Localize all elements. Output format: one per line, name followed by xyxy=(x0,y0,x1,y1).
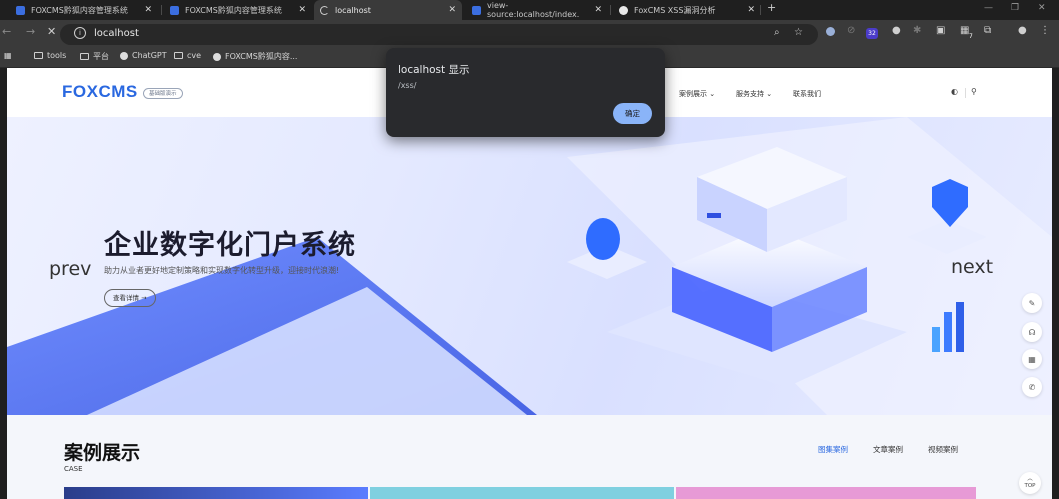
carousel-next-button[interactable]: next xyxy=(951,256,993,278)
carousel-prev-button[interactable]: prev xyxy=(49,258,91,280)
folder-icon xyxy=(174,52,183,59)
extension-icon[interactable]: ● xyxy=(892,25,901,36)
feedback-icon[interactable]: ✎ xyxy=(1022,293,1042,313)
qrcode-icon[interactable]: ▦ xyxy=(1022,349,1042,369)
bookmark-label: FOXCMS黔狐内容... xyxy=(225,52,298,61)
extension-icon[interactable] xyxy=(826,27,835,36)
edition-badge: 基础版演示 xyxy=(143,88,183,99)
bookmark-folder[interactable]: 平台 xyxy=(80,51,109,62)
minimize-icon[interactable]: — xyxy=(984,3,993,13)
alert-dialog: localhost 显示 /xss/ 确定 xyxy=(386,48,665,137)
bookmark-label: 平台 xyxy=(93,52,109,61)
bookmark-star-icon[interactable]: ☆ xyxy=(794,27,803,38)
hero-banner: prev next 企业数字化门户系统 助力从业者更好地定制策略和实现数字化转型… xyxy=(7,117,1052,415)
tab-title: FOXCMS黔狐内容管理系统 xyxy=(185,5,282,15)
back-icon[interactable]: ← xyxy=(2,25,11,38)
restore-icon[interactable]: ❐ xyxy=(1011,3,1019,13)
tab-article-cases[interactable]: 文章案例 xyxy=(873,444,903,455)
folder-icon xyxy=(34,52,43,59)
browser-tab[interactable]: view-source:localhost/index. ✕ xyxy=(466,0,608,20)
case-card[interactable] xyxy=(64,487,368,499)
close-tab-icon[interactable]: ✕ xyxy=(594,5,602,15)
tab-title: view-source:localhost/index. xyxy=(487,1,580,19)
extensions-puzzle-icon[interactable]: ⧉ xyxy=(984,25,991,36)
browser-toolbar: ← → ✕ i localhost ⌕ ☆ ⊘ 32 ● ✱ ▣ ▦ 7 ⧉ ●… xyxy=(0,20,1059,48)
cases-subtitle: CASE xyxy=(64,465,83,473)
search-icon[interactable]: ⚲ xyxy=(971,87,977,96)
address-text[interactable]: localhost xyxy=(94,28,139,39)
cases-section: 案例展示 CASE 图集案例 文章案例 视频案例 xyxy=(7,415,1052,499)
tab-title: FoxCMS XSS漏洞分析 xyxy=(634,5,716,15)
fox-favicon-icon xyxy=(16,5,25,15)
zoom-icon[interactable]: ⌕ xyxy=(774,27,780,38)
customer-service-icon[interactable]: ☊ xyxy=(1022,322,1042,342)
new-tab-button[interactable]: + xyxy=(767,1,776,14)
address-bar[interactable]: i localhost ⌕ ☆ xyxy=(60,24,818,45)
back-to-top-button[interactable]: ︿ TOP xyxy=(1019,472,1041,494)
dialog-message: /xss/ xyxy=(398,81,417,90)
menu-kebab-icon[interactable]: ⋮ xyxy=(1040,25,1050,36)
site-info-icon[interactable]: i xyxy=(74,27,86,39)
view-details-button[interactable]: 查看详情 → xyxy=(104,289,156,307)
globe-icon xyxy=(213,52,221,61)
close-tab-icon[interactable]: ✕ xyxy=(298,5,306,15)
extension-badge: 7 xyxy=(969,33,973,40)
browser-tab-bar: FOXCMS黔狐内容管理系统 ✕ FOXCMS黔狐内容管理系统 ✕ localh… xyxy=(0,0,1059,20)
browser-tab[interactable]: FOXCMS黔狐内容管理系统 ✕ xyxy=(164,0,312,20)
hero-title: 企业数字化门户系统 xyxy=(104,230,356,261)
tab-title: localhost xyxy=(335,5,371,15)
extension-icon[interactable]: ▣ xyxy=(936,25,945,36)
phone-icon[interactable]: ✆ xyxy=(1022,377,1042,397)
extension-icon[interactable]: ✱ xyxy=(913,25,921,36)
browser-tab[interactable]: FOXCMS黔狐内容管理系统 ✕ xyxy=(10,0,158,20)
bookmark-label: ChatGPT xyxy=(132,51,167,60)
nav-item-cases[interactable]: 案例展示 ⌄ xyxy=(679,89,715,99)
globe-favicon-icon xyxy=(619,5,628,15)
apps-grid-icon[interactable]: ▦ xyxy=(4,51,12,60)
bookmark-link[interactable]: FOXCMS黔狐内容... xyxy=(213,51,297,62)
close-window-icon[interactable]: ✕ xyxy=(1038,3,1046,13)
bookmark-folder[interactable]: tools xyxy=(34,51,66,60)
tab-title: FOXCMS黔狐内容管理系统 xyxy=(31,5,128,15)
extension-badge[interactable]: 32 xyxy=(866,28,878,39)
case-card[interactable] xyxy=(370,487,674,499)
browser-tab-active[interactable]: localhost ✕ xyxy=(314,0,462,20)
browser-tab[interactable]: FoxCMS XSS漏洞分析 ✕ xyxy=(613,0,761,20)
close-tab-icon[interactable]: ✕ xyxy=(448,5,456,15)
chevron-up-icon: ︿ xyxy=(1027,476,1033,482)
ok-button[interactable]: 确定 xyxy=(613,103,652,124)
loading-spinner-icon xyxy=(320,5,329,15)
nav-item-contact[interactable]: 联系我们 xyxy=(793,89,821,99)
bookmark-folder[interactable]: cve xyxy=(174,51,201,60)
case-card[interactable] xyxy=(676,487,976,499)
close-tab-icon[interactable]: ✕ xyxy=(747,5,755,15)
chatgpt-icon xyxy=(120,51,128,60)
stop-loading-icon[interactable]: ✕ xyxy=(47,25,56,38)
profile-icon[interactable]: ● xyxy=(1018,25,1027,36)
theme-toggle-icon[interactable]: ◐ xyxy=(951,87,958,96)
back-to-top-label: TOP xyxy=(1024,483,1036,489)
tab-gallery-cases[interactable]: 图集案例 xyxy=(818,444,848,455)
bookmark-link[interactable]: ChatGPT xyxy=(120,51,167,60)
nav-item-support[interactable]: 服务支持 ⌄ xyxy=(736,89,772,99)
fox-favicon-icon xyxy=(170,5,179,15)
cases-title: 案例展示 xyxy=(64,442,141,464)
site-logo[interactable]: FOXCMS xyxy=(62,82,138,102)
close-tab-icon[interactable]: ✕ xyxy=(144,5,152,15)
folder-icon xyxy=(80,53,89,60)
dialog-title: localhost 显示 xyxy=(398,64,470,76)
forward-icon[interactable]: → xyxy=(26,25,35,38)
bookmark-label: tools xyxy=(47,51,67,60)
fox-favicon-icon xyxy=(472,5,481,15)
tab-video-cases[interactable]: 视频案例 xyxy=(928,444,958,455)
bookmark-label: cve xyxy=(187,51,202,60)
extension-icon[interactable]: ⊘ xyxy=(847,25,855,36)
hero-subtitle: 助力从业者更好地定制策略和实现数字化转型升级，迎接时代浪潮! xyxy=(104,266,340,275)
